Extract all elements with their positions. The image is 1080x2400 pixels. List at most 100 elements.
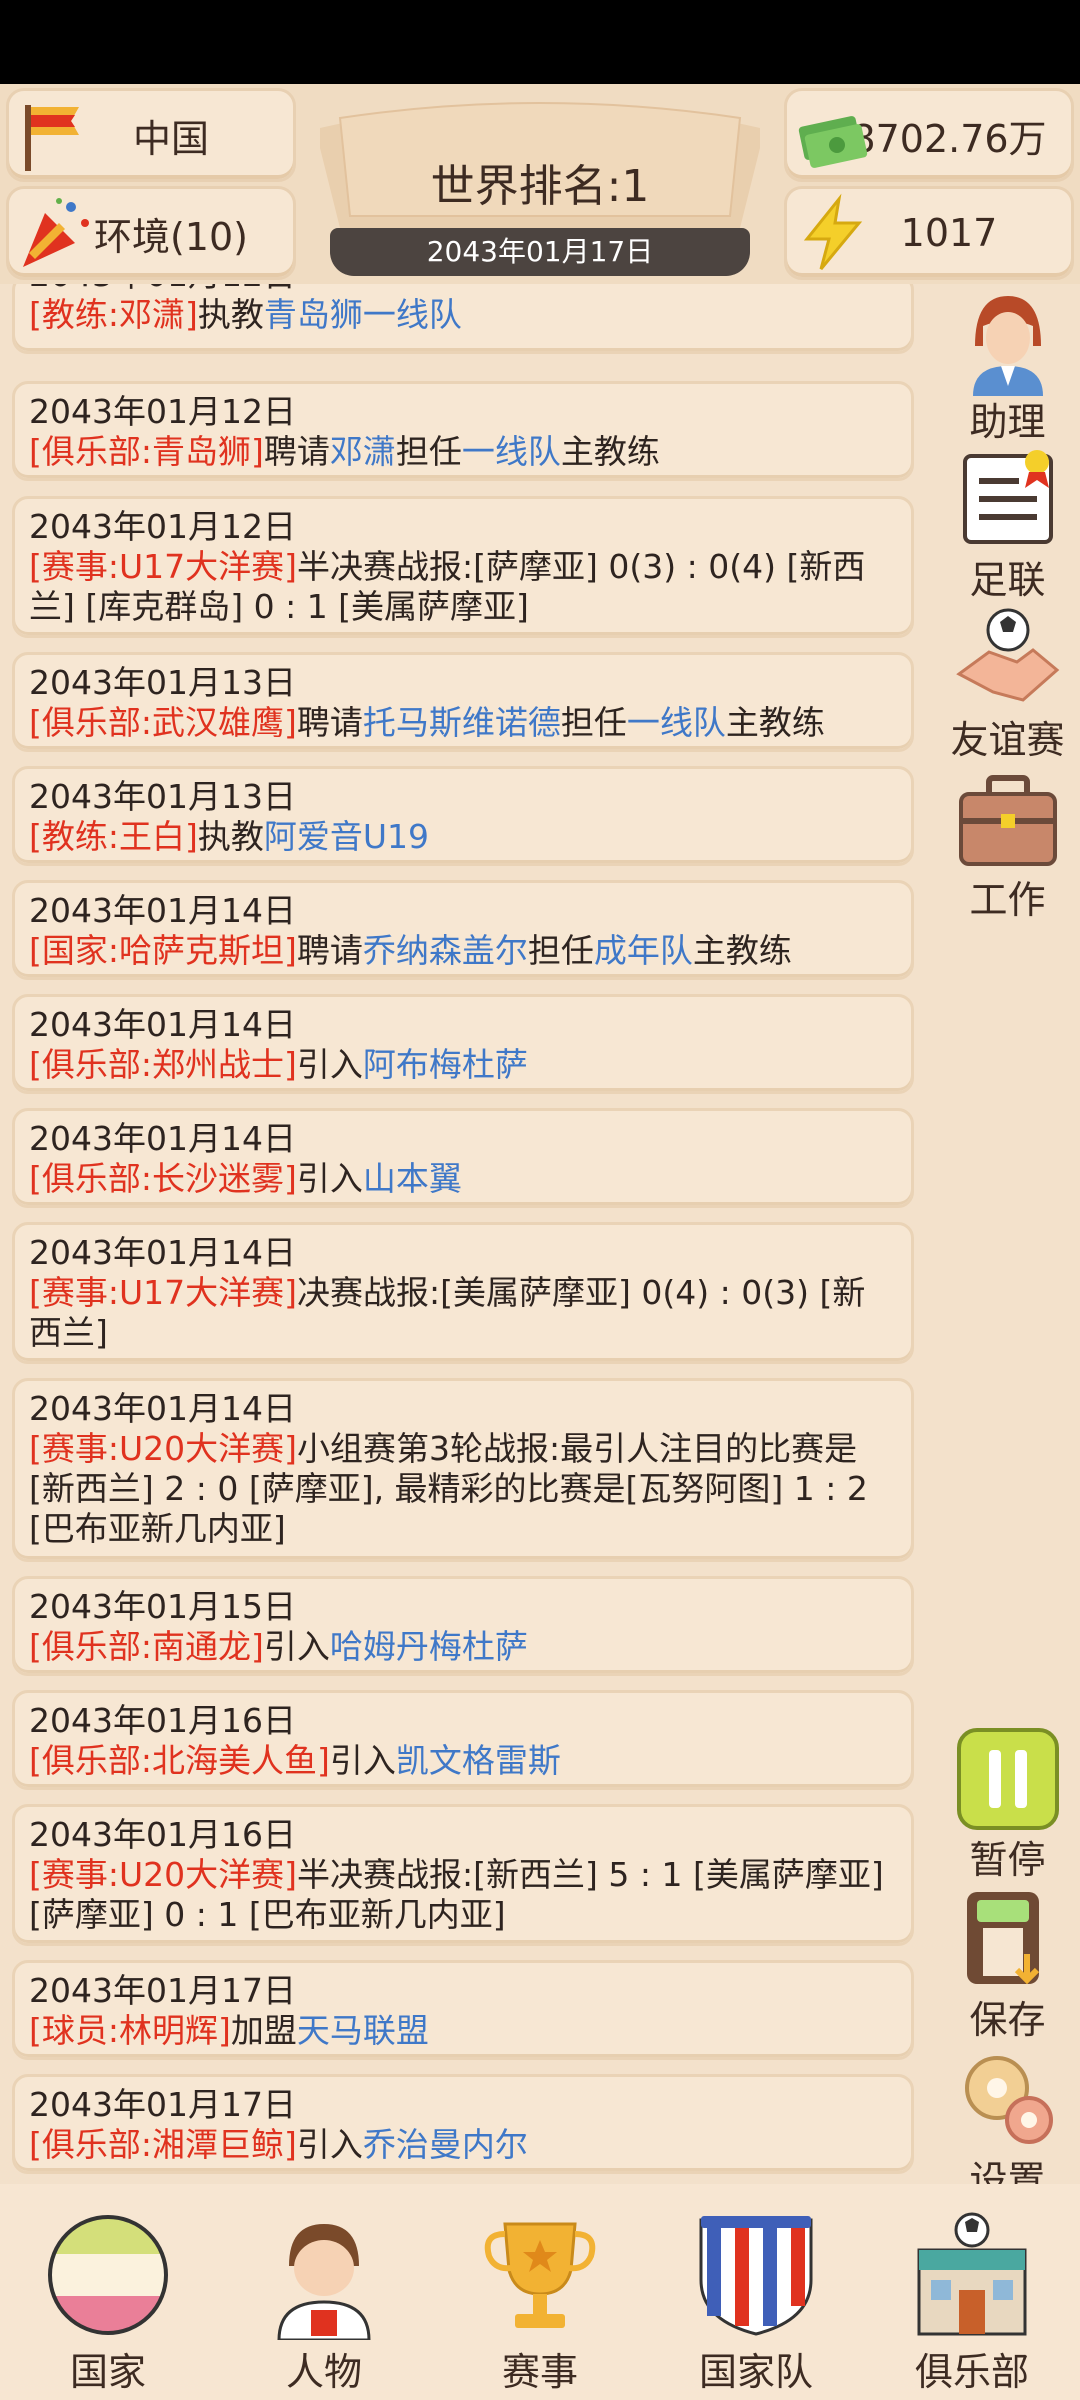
news-link[interactable]: 托马斯维诺德 <box>363 703 561 742</box>
bottom-navigation: 国家 人物 赛事 国家队 俱乐部 <box>0 2184 1080 2400</box>
nav-national-team[interactable]: 国家队 <box>648 2184 864 2400</box>
news-tag[interactable]: [赛事:U17大洋赛] <box>29 547 297 586</box>
save-icon <box>966 1892 1039 1985</box>
news-verb: 主教练 <box>725 703 825 742</box>
news-verb: 担任 <box>560 703 627 742</box>
news-card[interactable]: 2043年01月12日 [教练:邓潇]执教青岛狮一线队 <box>12 284 914 354</box>
settings-button[interactable]: 设置 <box>935 2044 1080 2202</box>
nav-country[interactable]: 国家 <box>0 2184 216 2400</box>
news-link[interactable]: 乔纳森盖尔 <box>363 931 528 970</box>
news-tag[interactable]: [教练:邓潇] <box>29 295 198 334</box>
news-text: [赛事:U17大洋赛]决赛战报:[美属萨摩亚] 0(4) : 0(3) [新西兰… <box>29 1273 865 1352</box>
money-pill[interactable]: 8702.76万 <box>784 88 1074 182</box>
news-card[interactable]: 2043年01月13日 [教练:王白]执教阿爱音U19 <box>12 766 914 866</box>
news-text: [俱乐部:湘潭巨鲸]引入乔治曼内尔 <box>29 2125 528 2164</box>
news-verb: 聘请 <box>296 703 363 742</box>
news-verb: 引入 <box>296 1045 363 1084</box>
news-card[interactable]: 2043年01月16日 [赛事:U20大洋赛]半决赛战报:[新西兰] 5 : 1… <box>12 1804 914 1946</box>
football-association-label: 足联 <box>969 558 1046 602</box>
news-text: [教练:王白]执教阿爱音U19 <box>29 817 429 856</box>
news-card[interactable]: 2043年01月16日 [俱乐部:北海美人鱼]引入凯文格雷斯 <box>12 1690 914 1790</box>
news-text: [俱乐部:武汉雄鹰]聘请托马斯维诺德担任一线队主教练 <box>29 703 825 742</box>
news-card[interactable]: 2043年01月14日 [赛事:U20大洋赛]小组赛第3轮战报:最引人注目的比赛… <box>12 1378 914 1562</box>
football-association-button[interactable]: 足联 <box>935 444 1080 602</box>
news-card[interactable]: 2043年01月12日 [俱乐部:青岛狮]聘请邓潇担任一线队主教练 <box>12 381 914 481</box>
news-text: [俱乐部:郑州战士]引入阿布梅杜萨 <box>29 1045 528 1084</box>
energy-pill[interactable]: 1017 <box>784 186 1074 280</box>
pause-button[interactable]: 暂停 <box>935 1724 1080 1882</box>
news-tag[interactable]: [赛事:U20大洋赛] <box>29 1429 297 1468</box>
news-tag[interactable]: [赛事:U17大洋赛] <box>29 1273 297 1312</box>
news-tag[interactable]: [俱乐部:青岛狮] <box>29 432 264 471</box>
news-feed[interactable]: 2043年01月12日 [教练:邓潇]执教青岛狮一线队 2043年01月12日 … <box>0 284 930 2184</box>
nav-national-team-label: 国家队 <box>698 2350 813 2394</box>
news-link[interactable]: 阿爱音U19 <box>264 817 429 856</box>
news-tag[interactable]: [球员:林明辉] <box>29 2011 231 2050</box>
news-text: [俱乐部:北海美人鱼]引入凯文格雷斯 <box>29 1741 561 1780</box>
nav-events[interactable]: 赛事 <box>432 2184 648 2400</box>
news-date: 2043年01月14日 <box>29 891 296 930</box>
news-date: 2043年01月13日 <box>29 663 296 702</box>
side-menu: 助理 足联 友谊赛 工作 暂停 保存 设置 <box>935 284 1080 2202</box>
news-verb: 主教练 <box>560 432 660 471</box>
news-card[interactable]: 2043年01月12日 [赛事:U17大洋赛]半决赛战报:[萨摩亚] 0(3) … <box>12 496 914 638</box>
news-tag[interactable]: [俱乐部:武汉雄鹰] <box>29 703 297 742</box>
status-bar <box>0 0 1080 84</box>
news-link[interactable]: 山本翼 <box>363 1159 462 1198</box>
news-verb: 主教练 <box>692 931 792 970</box>
news-verb: 担任 <box>527 931 594 970</box>
news-verb: 引入 <box>329 1741 396 1780</box>
news-tag[interactable]: [俱乐部:南通龙] <box>29 1627 264 1666</box>
current-date: 2043年01月17日 <box>330 228 750 276</box>
news-tag[interactable]: [教练:王白] <box>29 817 198 856</box>
news-tag[interactable]: [俱乐部:长沙迷雾] <box>29 1159 297 1198</box>
news-verb: 担任 <box>395 432 462 471</box>
news-link[interactable]: 青岛狮一线队 <box>264 295 462 334</box>
news-verb: 加盟 <box>230 2011 297 2050</box>
lightning-icon <box>803 193 863 270</box>
news-card[interactable]: 2043年01月14日 [俱乐部:郑州战士]引入阿布梅杜萨 <box>12 994 914 1094</box>
country-pill[interactable]: 中国 <box>6 88 296 182</box>
work-button[interactable]: 工作 <box>935 764 1080 922</box>
nav-people[interactable]: 人物 <box>216 2184 432 2400</box>
nav-club[interactable]: 俱乐部 <box>864 2184 1080 2400</box>
news-link[interactable]: 天马联盟 <box>297 2011 429 2050</box>
environment-pill[interactable]: 环境(10) <box>6 186 296 280</box>
news-tag[interactable]: [俱乐部:郑州战士] <box>29 1045 297 1084</box>
nav-club-label: 俱乐部 <box>914 2350 1029 2394</box>
news-date: 2043年01月12日 <box>29 392 296 431</box>
news-link[interactable]: 成年队 <box>594 931 693 970</box>
news-link[interactable]: 一线队 <box>462 432 561 471</box>
world-rank-banner[interactable]: 世界排名:1 2043年01月17日 <box>300 88 780 283</box>
save-button[interactable]: 保存 <box>935 1884 1080 2042</box>
news-tag[interactable]: [赛事:U20大洋赛] <box>29 1855 297 1894</box>
news-card[interactable]: 2043年01月17日 [球员:林明辉]加盟天马联盟 <box>12 1960 914 2060</box>
news-card[interactable]: 2043年01月15日 [俱乐部:南通龙]引入哈姆丹梅杜萨 <box>12 1576 914 1676</box>
news-card[interactable]: 2043年01月17日 [俱乐部:湘潭巨鲸]引入乔治曼内尔 <box>12 2074 914 2174</box>
gear-icon <box>964 2056 1053 2144</box>
person-icon <box>277 2224 371 2342</box>
news-link[interactable]: 乔治曼内尔 <box>363 2125 528 2164</box>
trophy-icon <box>484 2222 596 2328</box>
news-card[interactable]: 2043年01月14日 [俱乐部:长沙迷雾]引入山本翼 <box>12 1108 914 1208</box>
news-text: [赛事:U20大洋赛]小组赛第3轮战报:最引人注目的比赛是[新西兰] 2 : 0… <box>29 1429 868 1548</box>
news-card[interactable]: 2043年01月13日 [俱乐部:武汉雄鹰]聘请托马斯维诺德担任一线队主教练 <box>12 652 914 752</box>
news-card[interactable]: 2043年01月14日 [赛事:U17大洋赛]决赛战报:[美属萨摩亚] 0(4)… <box>12 1222 914 1364</box>
news-tag[interactable]: [俱乐部:湘潭巨鲸] <box>29 2125 297 2164</box>
news-link[interactable]: 阿布梅杜萨 <box>363 1045 528 1084</box>
news-link[interactable]: 哈姆丹梅杜萨 <box>330 1627 528 1666</box>
cash-icon <box>798 116 868 168</box>
flag-icon <box>25 105 79 171</box>
money-value: 8702.76万 <box>851 116 1047 161</box>
friendly-match-label: 友谊赛 <box>950 718 1065 762</box>
news-text: [俱乐部:青岛狮]聘请邓潇担任一线队主教练 <box>29 432 660 471</box>
assistant-button[interactable]: 助理 <box>935 286 1080 444</box>
environment-value: 环境(10) <box>93 214 248 259</box>
news-link[interactable]: 一线队 <box>627 703 726 742</box>
friendly-match-button[interactable]: 友谊赛 <box>935 604 1080 762</box>
news-link[interactable]: 凯文格雷斯 <box>396 1741 561 1780</box>
news-card[interactable]: 2043年01月14日 [国家:哈萨克斯坦]聘请乔纳森盖尔担任成年队主教练 <box>12 880 914 980</box>
news-link[interactable]: 邓潇 <box>330 432 396 471</box>
news-tag[interactable]: [国家:哈萨克斯坦] <box>29 931 297 970</box>
news-tag[interactable]: [俱乐部:北海美人鱼] <box>29 1741 330 1780</box>
